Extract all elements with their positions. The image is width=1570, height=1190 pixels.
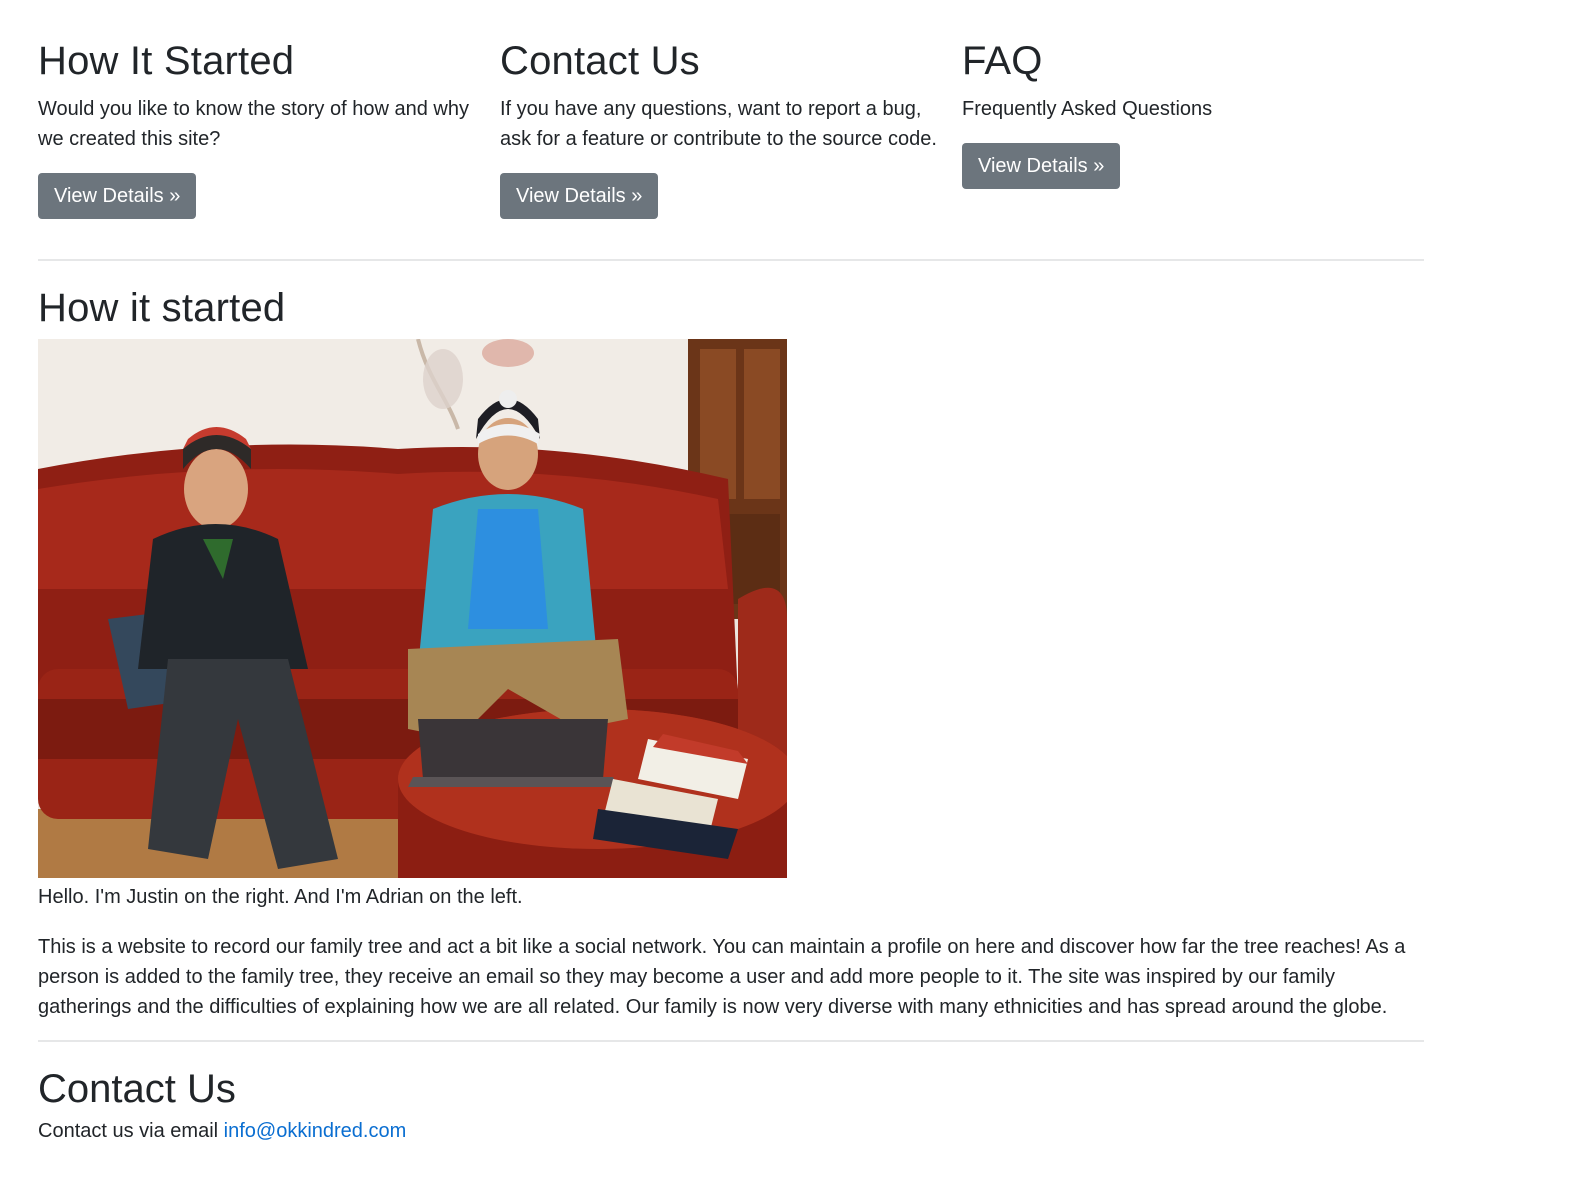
- how-it-started-details-button[interactable]: View Details »: [38, 173, 197, 219]
- story-paragraph: This is a website to record our family t…: [38, 936, 1406, 1018]
- feature-contact-us: Contact Us If you have any questions, wa…: [500, 38, 962, 219]
- feature-title: How It Started: [38, 39, 295, 83]
- faq-details-button[interactable]: View Details »: [962, 143, 1121, 189]
- contact-prefix: Contact us via email: [38, 1120, 219, 1142]
- founders-photo: [38, 339, 787, 878]
- divider: [38, 1040, 1424, 1042]
- feature-text: Frequently Asked Questions: [962, 98, 1213, 120]
- feature-text: If you have any questions, want to repor…: [500, 98, 937, 150]
- photo-caption: Hello. I'm Justin on the right. And I'm …: [38, 886, 523, 908]
- contact-line: Contact us via email info@okkindred.com: [38, 1116, 1424, 1146]
- feature-title: Contact Us: [500, 39, 700, 83]
- contact-us-details-button[interactable]: View Details »: [500, 173, 659, 219]
- feature-text: Would you like to know the story of how …: [38, 98, 469, 150]
- divider: [38, 259, 1424, 261]
- contact-title: Contact Us: [38, 1067, 236, 1111]
- feature-faq: FAQ Frequently Asked Questions View Deta…: [962, 38, 1424, 219]
- feature-row: How It Started Would you like to know th…: [38, 0, 1424, 219]
- story-title: How it started: [38, 286, 286, 330]
- page-container: How It Started Would you like to know th…: [38, 0, 1424, 1146]
- feature-how-it-started: How It Started Would you like to know th…: [38, 38, 500, 219]
- feature-title: FAQ: [962, 39, 1043, 83]
- contact-email-link[interactable]: info@okkindred.com: [224, 1120, 407, 1142]
